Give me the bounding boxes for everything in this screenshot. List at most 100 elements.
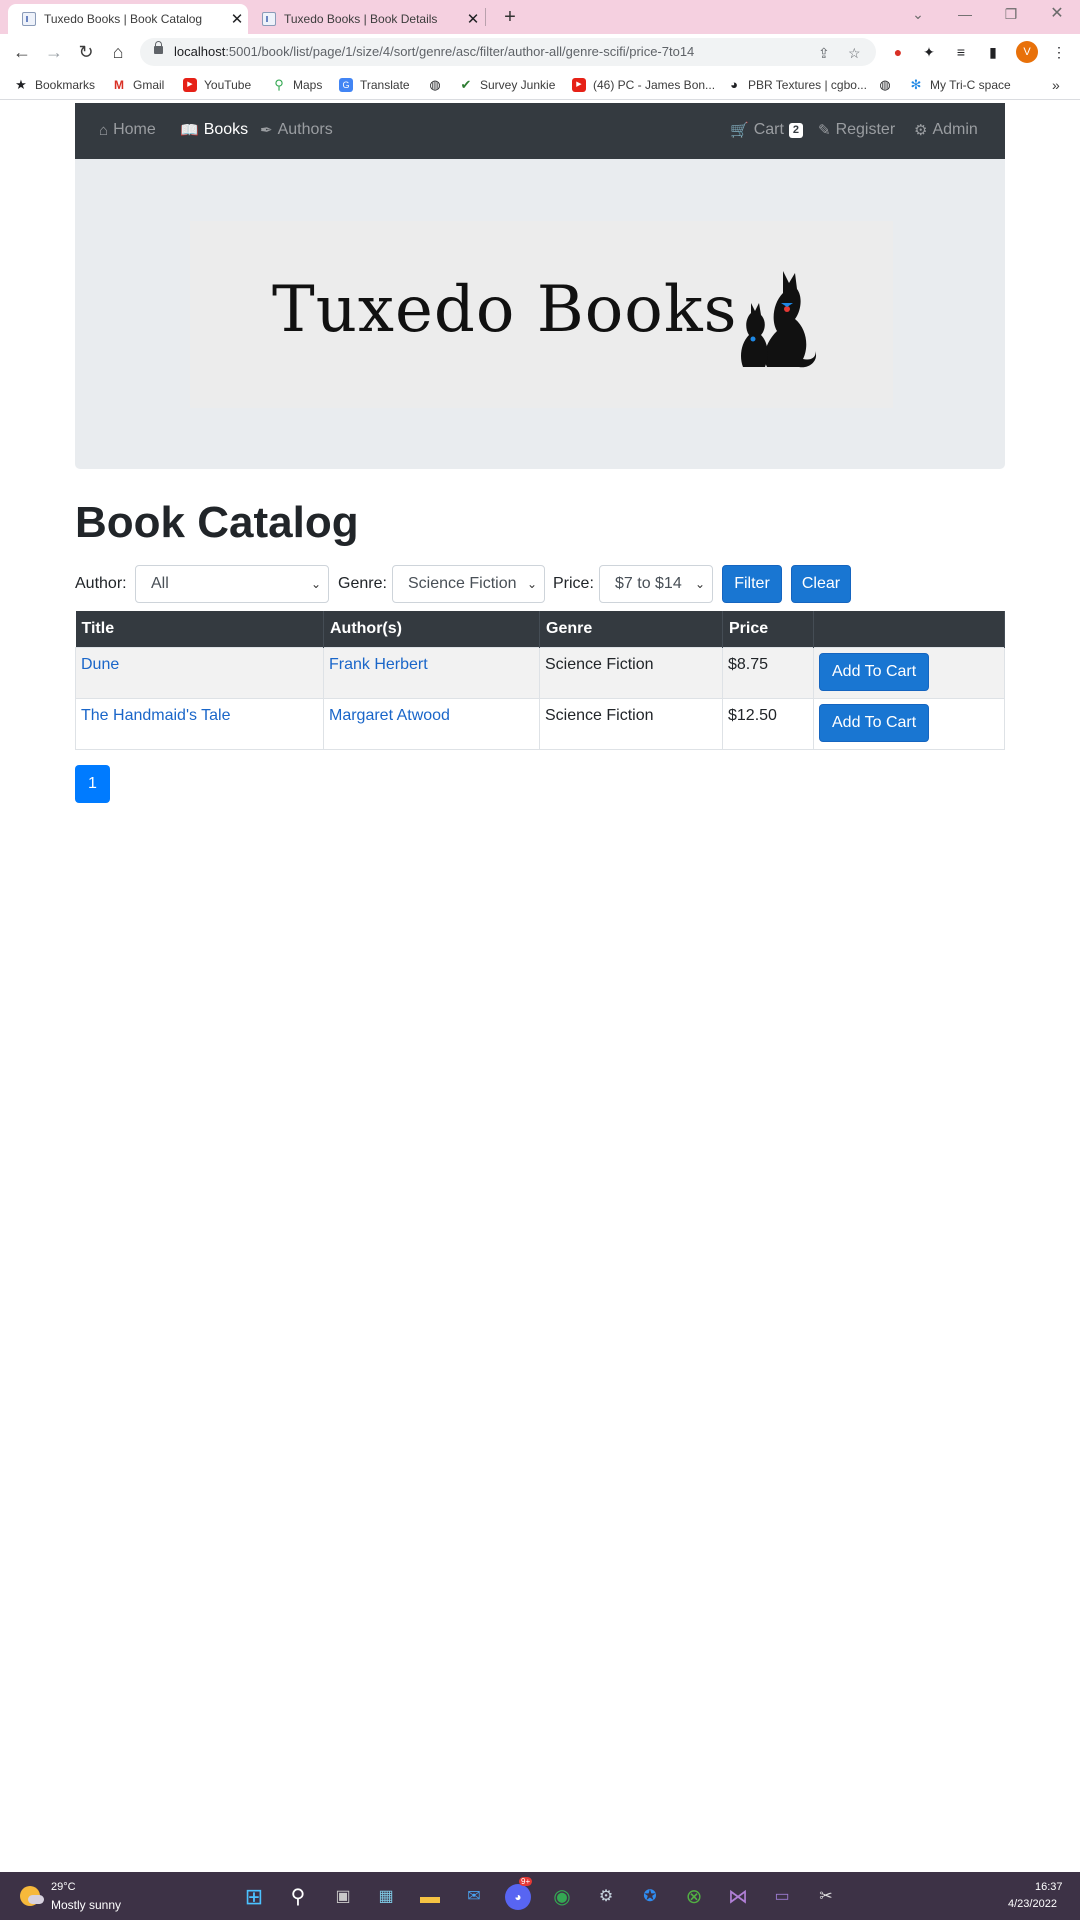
snipping-tool-icon[interactable]: ✂ [813, 1884, 839, 1910]
bookmark-globe-2[interactable]: ◍ [878, 77, 899, 93]
chevron-down-icon: ⌄ [526, 577, 537, 591]
browser-toolbar: ← → ↻ ⌂ localhost:5001/book/list/page/1/… [0, 34, 1080, 70]
search-icon[interactable]: ⚲ [285, 1884, 311, 1910]
bookmark-tri-c[interactable]: ✻ My Tri-C space [909, 77, 1011, 93]
pagination-page-1[interactable]: 1 [75, 765, 110, 803]
survey-junkie-icon: ✔ [460, 77, 472, 92]
add-to-cart-button[interactable]: Add To Cart [819, 703, 930, 742]
steam-icon[interactable]: ⚙ [593, 1884, 619, 1910]
genre-select[interactable]: Science Fiction ⌄ [392, 565, 545, 603]
bookmark-maps[interactable]: ⚲ Maps [272, 77, 322, 93]
weather-temperature[interactable]: 29°C [51, 1881, 76, 1893]
home-icon[interactable]: ⌂ [104, 38, 132, 66]
home-icon: ⌂ [99, 121, 109, 139]
author-select[interactable]: All ⌄ [135, 565, 329, 603]
gmail-icon: M [114, 78, 124, 92]
action-cell: Add To Cart [813, 697, 1005, 750]
nav-admin[interactable]: ⚙ Admin [914, 121, 978, 139]
bookmark-survey-junkie[interactable]: ✔ Survey Junkie [459, 77, 556, 93]
xbox-icon[interactable]: ⊗ [681, 1884, 707, 1910]
minimize-icon[interactable]: — [942, 0, 988, 30]
edit-icon: ✎ [818, 122, 831, 139]
author-link[interactable]: Frank Herbert [329, 656, 428, 673]
chrome-menu-icon[interactable]: ⋮ [1048, 41, 1070, 63]
nav-books[interactable]: 📖 Books [180, 121, 248, 139]
price-filter-label: Price: [553, 575, 594, 592]
bookmark-star-icon[interactable]: ☆ [848, 45, 861, 62]
tab-search-chevron-icon[interactable]: ⌄ [895, 0, 941, 30]
file-explorer-icon[interactable]: ▬ [417, 1884, 443, 1910]
bookmark-bookmarks[interactable]: ★ Bookmarks [14, 77, 95, 93]
bookmark-youtube[interactable]: ▶ YouTube [183, 77, 251, 93]
add-to-cart-button[interactable]: Add To Cart [819, 652, 930, 691]
visual-studio-icon[interactable]: ⋈ [725, 1884, 751, 1910]
bookmark-translate[interactable]: G Translate [339, 77, 410, 93]
globe-icon: ◍ [879, 77, 891, 92]
url-text: localhost:5001/book/list/page/1/size/4/s… [174, 44, 695, 59]
discord-icon[interactable]: ◕ [505, 1884, 531, 1910]
cart-count-badge: 2 [788, 122, 804, 138]
palette-icon: ◕ [730, 77, 738, 92]
side-panel-icon[interactable]: ▮ [982, 41, 1004, 63]
filter-button[interactable]: Filter [722, 565, 782, 603]
author-filter-label: Author: [75, 575, 127, 592]
tab-close-icon[interactable]: ✕ [462, 10, 484, 28]
price-cell: $12.50 [722, 697, 814, 750]
back-arrow-icon[interactable]: ← [8, 38, 36, 66]
chevron-down-icon: ⌄ [694, 577, 705, 591]
tab-title: Tuxedo Books | Book Details [284, 12, 438, 26]
column-header-authors: Author(s) [323, 611, 540, 647]
feather-icon: ✒ [260, 122, 273, 139]
clear-button[interactable]: Clear [791, 565, 851, 603]
tab-book-details[interactable]: Tuxedo Books | Book Details ✕ [248, 4, 484, 34]
bookmarks-overflow-icon[interactable]: » [1052, 77, 1060, 93]
weather-condition[interactable]: Mostly sunny [51, 1898, 121, 1912]
bookmark-globe[interactable]: ◍ [428, 77, 449, 93]
author-link[interactable]: Margaret Atwood [329, 707, 450, 724]
share-icon[interactable]: ⇪ [818, 45, 830, 62]
column-header-title: Title [75, 611, 324, 647]
new-tab-plus-icon[interactable]: + [498, 4, 522, 30]
chrome-icon[interactable]: ◉ [549, 1884, 575, 1910]
address-bar[interactable]: localhost:5001/book/list/page/1/size/4/s… [140, 38, 876, 66]
clock-date[interactable]: 4/23/2022 [1008, 1898, 1057, 1910]
shopping-cart-icon: 🛒 [730, 122, 749, 139]
bookmark-youtube-video[interactable]: ▶ (46) PC - James Bon... [572, 77, 715, 93]
bookmarks-bar: ★ Bookmarks M Gmail ▶ YouTube ⚲ Maps G Transl… [0, 70, 1080, 100]
page-favicon-icon [22, 12, 36, 26]
reload-icon[interactable]: ↻ [72, 38, 100, 66]
lock-icon [154, 41, 163, 54]
tab-book-catalog[interactable]: Tuxedo Books | Book Catalog ✕ [8, 4, 248, 34]
forward-arrow-icon[interactable]: → [40, 38, 68, 66]
nav-cart[interactable]: 🛒 Cart 2 [730, 121, 804, 139]
bookmark-pbr-textures[interactable]: ◕ PBR Textures | cgbo... [727, 77, 867, 93]
nav-authors[interactable]: ✒ Authors [260, 121, 333, 139]
restore-icon[interactable]: ❐ [988, 0, 1034, 30]
close-window-icon[interactable]: ✕ [1034, 0, 1080, 30]
windows-start-icon[interactable]: ⊞ [241, 1884, 267, 1910]
book-title-link[interactable]: Dune [81, 656, 119, 673]
battle-net-icon[interactable]: ✪ [637, 1884, 663, 1910]
column-header-price: Price [722, 611, 814, 647]
nav-register[interactable]: ✎ Register [818, 121, 895, 139]
extensions-puzzle-icon[interactable]: ✦ [918, 41, 940, 63]
weather-sun-cloud-icon[interactable] [20, 1886, 44, 1906]
terminal-icon[interactable]: ▭ [769, 1884, 795, 1910]
column-header-actions [813, 611, 1005, 647]
site-navbar: ⌂ Home 📖 Books ✒ Authors 🛒 Cart 2 ✎ Register ⚙… [75, 103, 1005, 159]
youtube-icon: ▶ [572, 78, 586, 92]
adblock-extension-icon[interactable]: ● [887, 41, 909, 63]
profile-avatar[interactable]: V [1016, 41, 1038, 63]
book-title-link[interactable]: The Handmaid's Tale [81, 707, 231, 724]
discord-notification-badge: 9+ [519, 1877, 533, 1886]
media-control-icon[interactable]: ≡ [950, 41, 972, 63]
calculator-app-icon[interactable]: ▦ [373, 1884, 399, 1910]
bookmark-gmail[interactable]: M Gmail [112, 77, 164, 93]
nav-home[interactable]: ⌂ Home [99, 121, 156, 139]
task-view-icon[interactable]: ▣ [330, 1884, 356, 1910]
action-cell: Add To Cart [813, 646, 1005, 699]
tab-close-icon[interactable]: ✕ [226, 10, 248, 28]
price-select[interactable]: $7 to $14 ⌄ [599, 565, 713, 603]
mail-icon[interactable]: ✉ [461, 1884, 487, 1910]
clock-time[interactable]: 16:37 [1035, 1881, 1063, 1893]
